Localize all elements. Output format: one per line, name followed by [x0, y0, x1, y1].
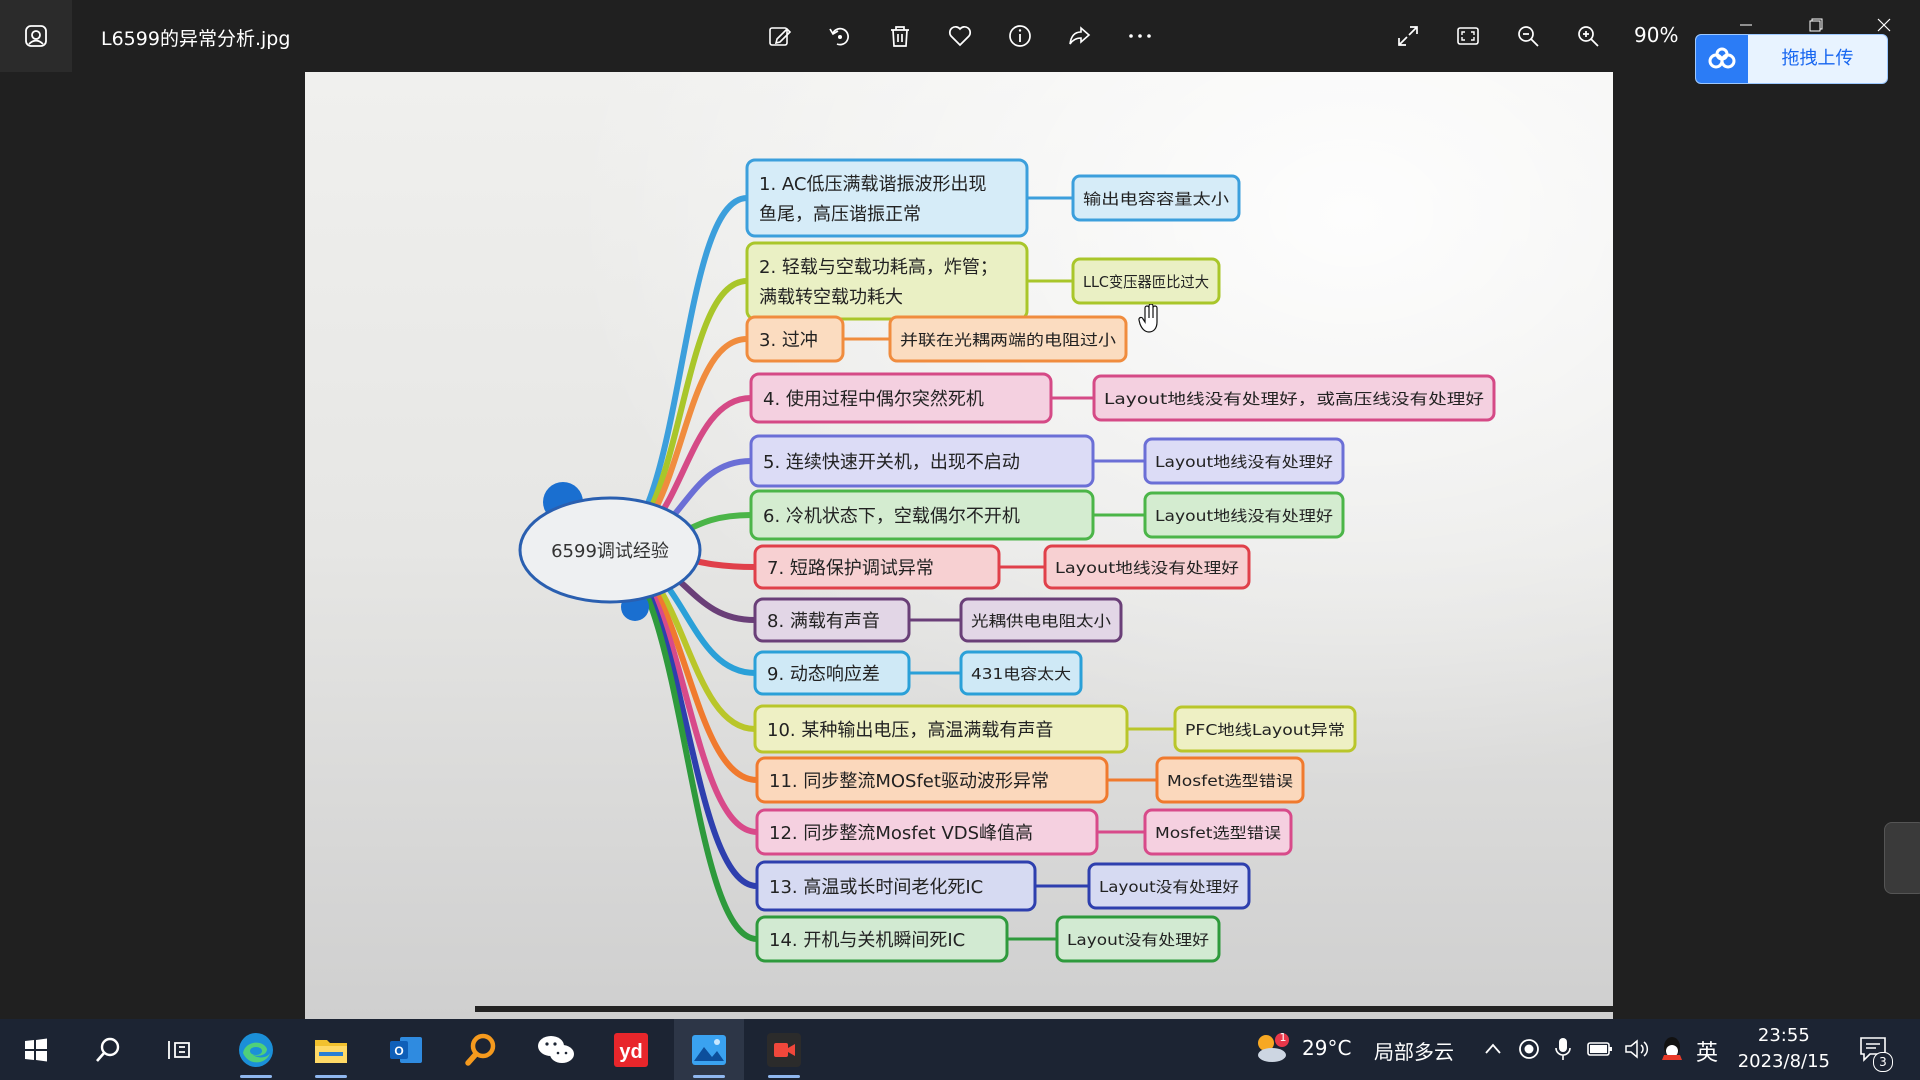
clock-date: 2023/8/15	[1737, 1051, 1830, 1072]
more-icon[interactable]	[1122, 18, 1158, 54]
recorder-icon[interactable]	[752, 1019, 816, 1080]
drag-upload-button[interactable]: 拖拽上传	[1695, 34, 1888, 84]
mindmap-node-label: 9. 动态响应差	[767, 664, 880, 685]
outlook-icon[interactable]: O	[374, 1019, 438, 1080]
hand-cursor-icon	[1138, 304, 1158, 333]
edge-icon[interactable]	[224, 1019, 288, 1080]
edit-icon[interactable]	[762, 18, 798, 54]
mindmap-cause-label: Mosfet选型错误	[1155, 824, 1281, 842]
favorite-icon[interactable]	[942, 18, 978, 54]
mindmap-node-label: 6. 冷机状态下，空载偶尔不开机	[763, 506, 1020, 527]
mindmap-cause-label: Layout没有处理好	[1099, 878, 1239, 896]
taskbar: O yd 1 29°C 局部多云 英 23:55 2023/8/15 3	[0, 1019, 1920, 1080]
svg-text:O: O	[394, 1044, 403, 1058]
mindmap-cause-label: 输出电容容量太小	[1083, 190, 1229, 208]
mindmap-root-label: 6599调试经验	[551, 541, 669, 562]
mindmap-node-label: 7. 短路保护调试异常	[767, 558, 934, 579]
mindmap-cause-label: Mosfet选型错误	[1167, 772, 1293, 790]
mindmap-photo: 1. AC低压满载谐振波形出现鱼尾，高压谐振正常输出电容容量太小2. 轻载与空载…	[305, 72, 1613, 1019]
mindmap-node-label: 8. 满载有声音	[767, 611, 880, 632]
fullscreen-icon[interactable]	[1390, 18, 1426, 54]
clock-time: 23:55	[1757, 1025, 1810, 1046]
mindmap-cause-label: LLC变压器匝比过大	[1083, 273, 1209, 291]
share-icon[interactable]	[1062, 18, 1098, 54]
cloud-upload-icon	[1696, 35, 1748, 83]
notification-count: 3	[1873, 1052, 1893, 1072]
chevron-up-icon[interactable]	[1483, 1039, 1503, 1063]
weather-temp[interactable]: 29°C	[1302, 1036, 1351, 1060]
zoom-in-icon[interactable]	[1570, 18, 1606, 54]
mindmap-cause-label: PFC地线Layout异常	[1185, 721, 1345, 739]
file-name: L6599的异常分析.jpg	[101, 28, 291, 50]
microphone-icon[interactable]	[1554, 1036, 1572, 1066]
side-panel-handle[interactable]	[1884, 822, 1920, 894]
zoom-level[interactable]: 90%	[1634, 23, 1678, 47]
ime-indicator[interactable]: 英	[1696, 1035, 1718, 1067]
mindmap-cause-label: 并联在光耦两端的电阻过小	[900, 331, 1116, 349]
clock[interactable]: 23:55 2023/8/15	[1738, 1023, 1830, 1075]
mindmap-node-label: 10. 某种输出电压，高温满载有声音	[767, 720, 1053, 741]
weather-desc[interactable]: 局部多云	[1374, 1036, 1454, 1065]
mindmap-node-label: 14. 开机与关机瞬间死IC	[769, 930, 965, 951]
mindmap-cause-label: Layout地线没有处理好，或高压线没有处理好	[1104, 390, 1484, 408]
svg-text:yd: yd	[619, 1041, 642, 1063]
mindmap-node-label: 4. 使用过程中偶尔突然死机	[763, 389, 984, 410]
info-icon[interactable]	[1002, 18, 1038, 54]
photos-icon[interactable]	[674, 1019, 744, 1080]
fit-icon[interactable]	[1450, 18, 1486, 54]
youdao-icon[interactable]: yd	[599, 1019, 663, 1080]
photos-app-icon[interactable]	[0, 0, 72, 72]
mindmap-cause-label: 431电容太大	[971, 665, 1071, 683]
photo-canvas[interactable]: 1. AC低压满载谐振波形出现鱼尾，高压谐振正常 输出电容容量太小 2. 轻载与空载…	[305, 72, 1613, 1019]
task-view-icon[interactable]	[148, 1019, 212, 1080]
file-explorer-icon[interactable]	[299, 1019, 363, 1080]
record-indicator-icon[interactable]	[1518, 1038, 1540, 1064]
windows-start-icon[interactable]	[4, 1019, 68, 1080]
mindmap-cause-label: Layout地线没有处理好	[1155, 507, 1333, 525]
mindmap-node-label: 11. 同步整流MOSfet驱动波形异常	[769, 771, 1049, 792]
zoom-out-icon[interactable]	[1510, 18, 1546, 54]
mindmap-node-label: 13. 高温或长时间老化死IC	[769, 877, 983, 898]
title-bar: L6599的异常分析.jpg 90%	[0, 0, 1920, 72]
search-app-icon[interactable]	[449, 1019, 513, 1080]
qq-icon[interactable]	[1660, 1035, 1684, 1067]
battery-icon[interactable]	[1587, 1039, 1613, 1063]
rotate-icon[interactable]	[822, 18, 858, 54]
delete-icon[interactable]	[882, 18, 918, 54]
mindmap-node-label: 5. 连续快速开关机，出现不启动	[763, 452, 1020, 473]
mindmap-cause-label: Layout地线没有处理好	[1155, 453, 1333, 471]
volume-icon[interactable]	[1624, 1037, 1650, 1065]
upload-label: 拖拽上传	[1781, 48, 1854, 69]
mindmap-cause-label: Layout地线没有处理好	[1055, 559, 1239, 577]
mindmap-cause-label: Layout没有处理好	[1067, 931, 1209, 949]
mindmap-node-label: 12. 同步整流Mosfet VDS峰值高	[769, 823, 1033, 844]
weather-badge: 1	[1279, 1031, 1287, 1044]
wechat-icon[interactable]	[524, 1019, 588, 1080]
mindmap-node-label: 3. 过冲	[759, 330, 818, 351]
search-icon[interactable]	[76, 1019, 140, 1080]
mindmap-cause-label: 光耦供电电阻太小	[971, 612, 1111, 630]
